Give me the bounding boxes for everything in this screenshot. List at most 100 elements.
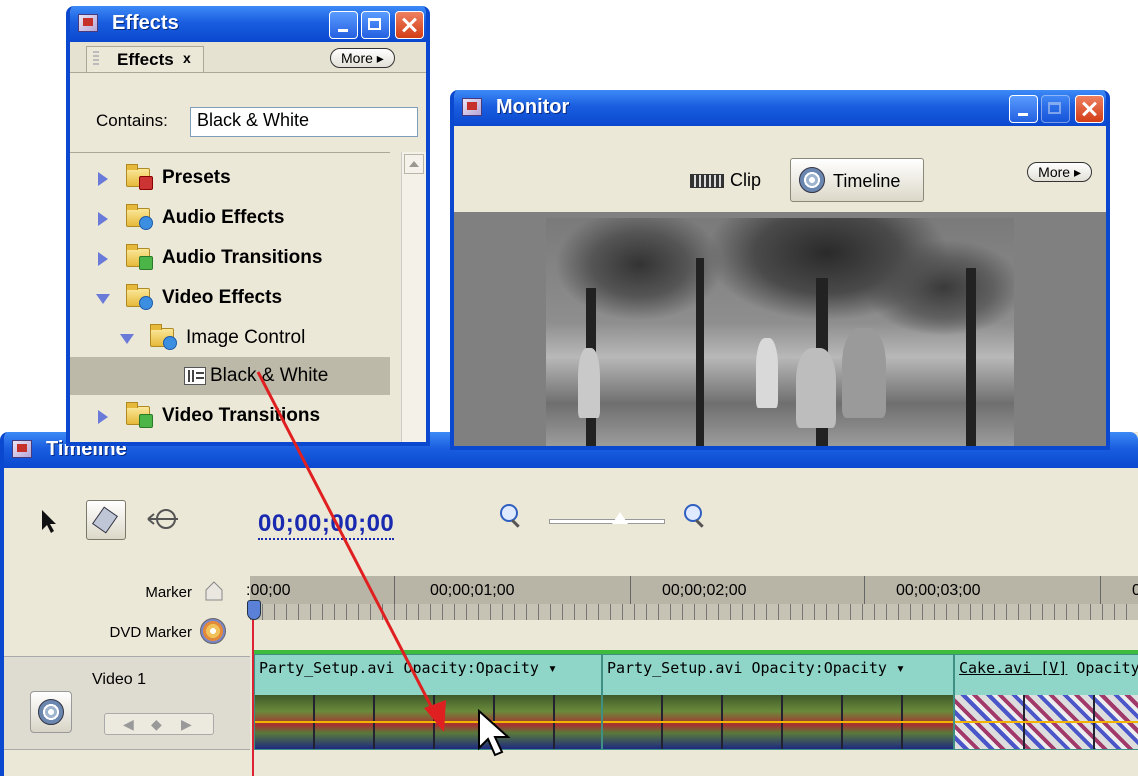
presets-folder-icon bbox=[126, 164, 153, 190]
app-icon bbox=[78, 14, 98, 32]
maximize-button[interactable] bbox=[1041, 95, 1070, 123]
timeline-window: Timeline 00;00;00;00 Marker DVD Marker :… bbox=[0, 432, 1138, 776]
clip-name: Party_Setup.avi bbox=[607, 659, 743, 677]
clip-tab[interactable]: Clip bbox=[730, 170, 761, 191]
selection-tool-icon[interactable] bbox=[40, 508, 58, 534]
clip-effect-menu[interactable]: Opacity:Opacity ▾ bbox=[752, 659, 906, 677]
tree-item-label: Image Control bbox=[186, 327, 306, 348]
monitor-title: Monitor bbox=[496, 96, 570, 118]
tree-item-label: Audio Effects bbox=[162, 207, 285, 228]
clip-name: Cake.avi [V] bbox=[959, 659, 1068, 677]
expand-icon[interactable] bbox=[98, 252, 108, 266]
timeline-tab-label: Timeline bbox=[833, 171, 901, 191]
tree-item-label: Black & White bbox=[210, 365, 329, 386]
prev-keyframe-icon[interactable]: ◀ bbox=[123, 716, 134, 733]
add-keyframe-icon[interactable]: ◆ bbox=[151, 716, 162, 733]
timeline-tab[interactable]: Timeline bbox=[790, 158, 924, 202]
expand-icon[interactable] bbox=[98, 410, 108, 424]
dvd-marker-icon[interactable] bbox=[200, 618, 226, 644]
clip-effect-menu[interactable]: Opacity:Opacity ▾ bbox=[404, 659, 558, 677]
playhead-line bbox=[252, 600, 254, 776]
clip-party-setup-2[interactable]: Party_Setup.avi Opacity:Opacity ▾ bbox=[602, 654, 954, 750]
playhead-handle[interactable] bbox=[247, 600, 261, 620]
tab-close-icon[interactable]: x bbox=[183, 50, 191, 66]
tree-item-video-transitions[interactable]: Video Transitions bbox=[70, 397, 390, 435]
clip-party-setup-1[interactable]: Party_Setup.avi Opacity:Opacity ▾ bbox=[254, 654, 602, 750]
zoom-in-icon[interactable] bbox=[684, 504, 702, 522]
zoom-slider[interactable] bbox=[549, 519, 665, 524]
tree-item-label: Video Transitions bbox=[162, 405, 321, 426]
contains-label: Contains: bbox=[96, 111, 168, 130]
effects-tab-row: Effects x More ▸ bbox=[70, 42, 426, 73]
ruler-tick: 00;00;03;00 bbox=[896, 582, 981, 599]
scroll-up-button[interactable] bbox=[404, 154, 424, 174]
clip-cake[interactable]: Cake.avi [V] Opacity bbox=[954, 654, 1138, 750]
collapse-icon[interactable] bbox=[120, 334, 134, 344]
tree-item-audio-effects[interactable]: Audio Effects bbox=[70, 199, 390, 237]
video-transitions-folder-icon bbox=[126, 402, 153, 428]
clip-name: Party_Setup.avi bbox=[259, 659, 395, 677]
marker-icon[interactable] bbox=[204, 580, 224, 602]
close-button[interactable] bbox=[395, 11, 424, 39]
marker-label: Marker bbox=[145, 584, 192, 601]
time-ruler[interactable]: :00;00 00;00;01;00 00;00;02;00 00;00;03;… bbox=[246, 576, 1138, 620]
audio-effects-folder-icon bbox=[126, 204, 153, 230]
dvd-marker-label: DVD Marker bbox=[109, 624, 192, 641]
app-icon bbox=[462, 98, 482, 116]
ruler-tick: :00;00 bbox=[246, 582, 291, 599]
tree-item-label: Audio Transitions bbox=[162, 247, 323, 268]
collapse-icon[interactable] bbox=[96, 294, 110, 304]
film-reel-icon bbox=[38, 699, 64, 725]
film-reel-icon bbox=[799, 167, 825, 193]
minimize-button[interactable] bbox=[1009, 95, 1038, 123]
razor-tool-icon bbox=[92, 506, 118, 534]
tree-item-presets[interactable]: Presets bbox=[70, 159, 390, 197]
tree-item-image-control[interactable]: Image Control bbox=[70, 319, 390, 357]
ruler-tick: 00;00;01;00 bbox=[430, 582, 515, 599]
image-control-folder-icon bbox=[150, 324, 177, 350]
effects-titlebar[interactable]: Effects bbox=[70, 6, 426, 42]
tree-item-audio-transitions[interactable]: Audio Transitions bbox=[70, 239, 390, 277]
effects-window: Effects Effects x More ▸ Contains: Black… bbox=[66, 6, 430, 446]
zoom-slider-thumb[interactable] bbox=[611, 511, 629, 525]
tree-item-video-effects[interactable]: Video Effects bbox=[70, 279, 390, 317]
track-output-toggle[interactable] bbox=[30, 691, 72, 733]
close-button[interactable] bbox=[1075, 95, 1104, 123]
effects-tab[interactable]: Effects x bbox=[86, 46, 204, 72]
razor-tool-button[interactable] bbox=[86, 500, 126, 540]
track-name: Video 1 bbox=[92, 671, 146, 688]
opacity-rubberband[interactable] bbox=[603, 721, 953, 723]
minimize-button[interactable] bbox=[329, 11, 358, 39]
video-effect-icon bbox=[184, 367, 206, 385]
expand-icon[interactable] bbox=[98, 212, 108, 226]
maximize-button[interactable] bbox=[361, 11, 390, 39]
mouse-cursor-icon bbox=[478, 708, 511, 757]
effects-tree: Presets Audio Effects Audio Transitions … bbox=[70, 152, 390, 442]
monitor-more-button[interactable]: More ▸ bbox=[1027, 162, 1092, 182]
audio-transitions-folder-icon bbox=[126, 244, 153, 270]
next-keyframe-icon[interactable]: ▶ bbox=[181, 716, 192, 733]
tab-grip-icon[interactable] bbox=[93, 51, 99, 67]
clip-effect-menu[interactable]: Opacity bbox=[1076, 659, 1138, 677]
video-preview-frame bbox=[546, 218, 1014, 446]
monitor-titlebar[interactable]: Monitor bbox=[454, 90, 1106, 126]
ruler-tick: 00;00;02;00 bbox=[662, 582, 747, 599]
video-effects-folder-icon bbox=[126, 284, 153, 310]
zoom-out-icon[interactable] bbox=[500, 504, 518, 522]
effects-title: Effects bbox=[112, 12, 179, 34]
ruler-tick: 0 bbox=[1132, 582, 1138, 600]
tree-item-black-and-white[interactable]: Black & White bbox=[70, 357, 390, 395]
monitor-window: Monitor More ▸ Clip Timeline bbox=[450, 90, 1110, 450]
effects-search-input[interactable]: Black & White bbox=[190, 107, 418, 137]
film-strip-icon bbox=[690, 174, 724, 188]
expand-icon[interactable] bbox=[98, 172, 108, 186]
opacity-rubberband[interactable] bbox=[955, 721, 1138, 723]
opacity-rubberband[interactable] bbox=[255, 721, 601, 723]
tree-item-label: Video Effects bbox=[162, 287, 283, 308]
time-stretch-tool-icon[interactable] bbox=[144, 504, 184, 534]
effects-more-button[interactable]: More ▸ bbox=[330, 48, 395, 68]
tree-item-label: Presets bbox=[162, 167, 231, 188]
video-1-track-header: Video 1 ◀ ◆ ▶ bbox=[4, 656, 250, 750]
effects-scrollbar[interactable] bbox=[401, 152, 426, 442]
current-timecode[interactable]: 00;00;00;00 bbox=[258, 510, 395, 540]
